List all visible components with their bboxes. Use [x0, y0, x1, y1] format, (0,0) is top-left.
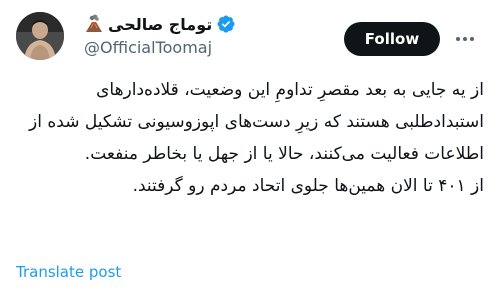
- tweet-text: از یه جایی به بعد مقصرِ تداومِ این وضعیت…: [16, 74, 484, 202]
- author-name-row[interactable]: توماج صالحی: [84, 12, 236, 36]
- verified-badge-icon: [216, 14, 236, 34]
- tweet-paragraph-2: از ۴۰۱ تا الان همین‌ها جلوی اتحاد مردم ر…: [132, 176, 484, 196]
- more-horizontal-icon[interactable]: [452, 27, 478, 51]
- author-handle[interactable]: @OfficialToomaj: [84, 38, 212, 57]
- translate-post-link[interactable]: Translate post: [16, 263, 121, 281]
- tweet-paragraph-1: از یه جایی به بعد مقصرِ تداومِ این وضعیت…: [29, 80, 484, 164]
- follow-button[interactable]: Follow: [344, 22, 440, 56]
- avatar[interactable]: [16, 12, 64, 60]
- display-name[interactable]: توماج صالحی: [108, 15, 212, 34]
- tweet-card: توماج صالحی @OfficialToomaj Follow از یه…: [0, 0, 500, 307]
- volcano-icon: [84, 14, 104, 34]
